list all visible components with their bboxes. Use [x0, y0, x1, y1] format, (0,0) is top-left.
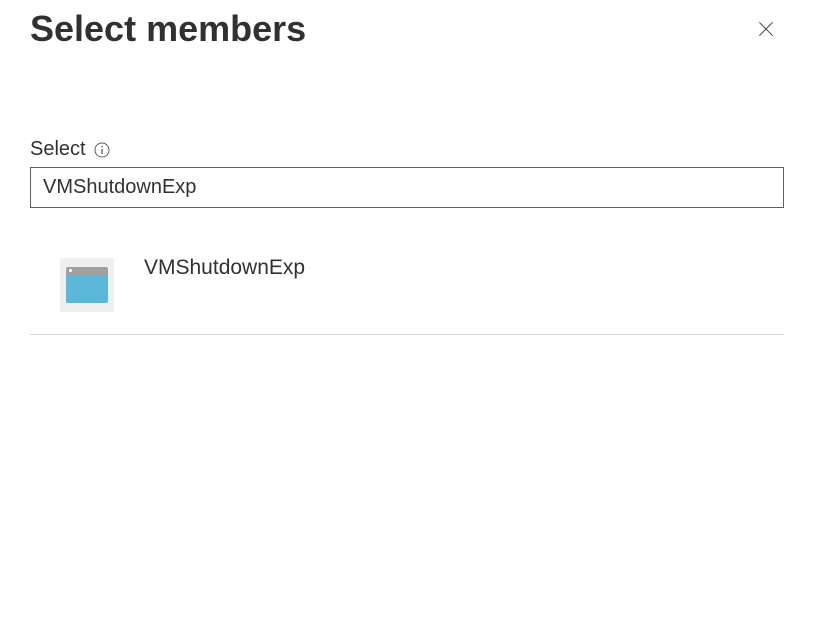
panel-header: Select members	[30, 0, 784, 50]
close-icon	[756, 19, 776, 39]
panel-title: Select members	[30, 8, 306, 50]
close-button[interactable]	[748, 11, 784, 47]
info-icon[interactable]	[94, 142, 110, 158]
results-divider	[30, 334, 784, 335]
application-icon	[60, 258, 114, 312]
content-area: Select VMS	[30, 138, 784, 335]
result-item[interactable]: VMShutdownExp	[30, 258, 784, 334]
result-item-name: VMShutdownExp	[144, 256, 305, 280]
select-field-label: Select	[30, 138, 86, 161]
results-list: VMShutdownExp	[30, 258, 784, 335]
field-label-row: Select	[30, 138, 784, 161]
select-search-input[interactable]	[30, 167, 784, 208]
